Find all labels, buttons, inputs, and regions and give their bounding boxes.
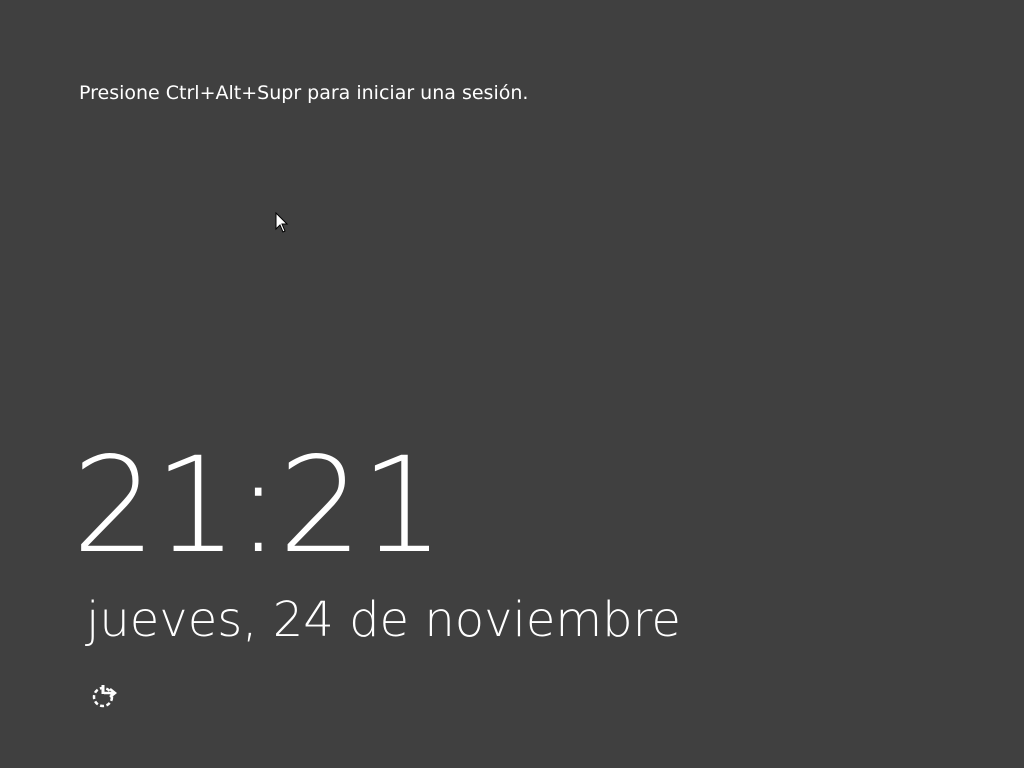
- lock-screen-time: 21:21: [72, 429, 444, 583]
- lock-screen[interactable]: Presione Ctrl+Alt+Supr para iniciar una …: [0, 0, 1024, 768]
- ctrl-alt-del-prompt: Presione Ctrl+Alt+Supr para iniciar una …: [79, 82, 529, 104]
- ease-of-access-button[interactable]: [88, 680, 120, 712]
- lock-screen-date: jueves, 24 de noviembre: [86, 592, 681, 648]
- mouse-pointer-icon: [275, 211, 289, 234]
- ease-of-access-icon: [92, 685, 118, 708]
